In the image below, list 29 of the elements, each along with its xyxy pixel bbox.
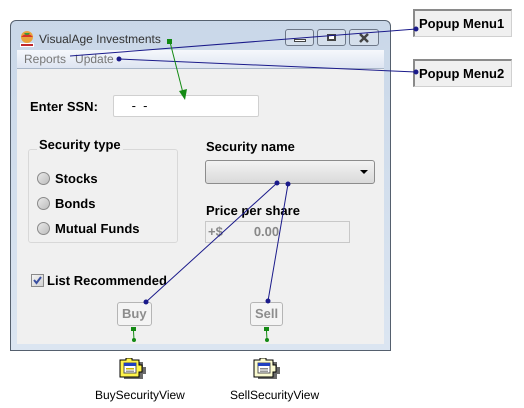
minimize-icon [294, 39, 306, 42]
view-part-label: BuySecurityView [95, 387, 185, 404]
option-label: Stocks [55, 170, 98, 188]
close-icon [358, 32, 370, 42]
menu-item[interactable]: Reports [24, 50, 66, 68]
globe-icon [19, 30, 35, 48]
field-label: Security name [206, 138, 295, 156]
close-button[interactable] [349, 29, 379, 46]
popup-menu-part[interactable]: Popup Menu1 [413, 9, 512, 37]
connection-line [131, 327, 136, 342]
view-part-icon[interactable] [253, 358, 283, 380]
field-label: Enter SSN: [30, 98, 98, 116]
connection-arrow [167, 39, 187, 100]
checkbox-label: List Recommended [47, 272, 167, 290]
maximize-button[interactable] [317, 29, 346, 46]
menu-item[interactable]: Update [75, 50, 114, 68]
checkbox[interactable] [31, 274, 44, 288]
minimize-button[interactable] [285, 29, 314, 46]
window-title: VisualAge Investments [39, 31, 161, 48]
connection-line [264, 327, 269, 342]
view-part-icon[interactable] [119, 358, 149, 380]
view-part-label: SellSecurityView [230, 387, 320, 404]
option-label: Bonds [55, 195, 96, 213]
option-label: Mutual Funds [55, 220, 140, 238]
ssn-field[interactable]: - - [113, 95, 259, 117]
security-name-dropdown[interactable] [205, 160, 375, 184]
caret-icon [360, 170, 368, 174]
price-field: +$ 0.00 [205, 221, 350, 243]
popup-menu-part[interactable]: Popup Menu2 [413, 59, 512, 87]
